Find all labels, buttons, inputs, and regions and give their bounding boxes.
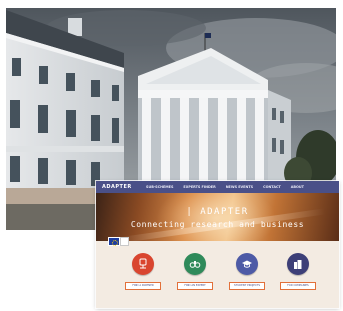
- for-companies-button[interactable]: FOR COMPANIES: [280, 282, 316, 290]
- feature-card-partner: FIND A PARTNER: [123, 253, 163, 290]
- nav-item-sub-schemes[interactable]: SUB-SCHEMES: [146, 185, 173, 189]
- website-logo[interactable]: ADAPTER: [102, 184, 146, 190]
- find-partner-button[interactable]: FIND A PARTNER: [125, 282, 161, 290]
- nav-menu: SUB-SCHEMES EXPERTS FINDER NEWS EVENTS C…: [146, 185, 314, 189]
- binoculars-icon[interactable]: [184, 253, 206, 275]
- nav-item-news-events[interactable]: NEWS EVENTS: [226, 185, 253, 189]
- hero-subtitle: Connecting research and business: [130, 220, 305, 229]
- research-icon[interactable]: [132, 253, 154, 275]
- feature-card-expert: FIND AN EXPERT: [175, 253, 215, 290]
- nav-item-about[interactable]: ABOUT: [291, 185, 304, 189]
- buildings-icon[interactable]: [287, 253, 309, 275]
- hero-banner: ADAPTER Connecting research and business: [96, 193, 339, 241]
- hero-title: ADAPTER: [96, 207, 339, 217]
- eu-flag-icon: [108, 237, 120, 246]
- graduation-cap-icon[interactable]: [236, 253, 258, 275]
- find-expert-button[interactable]: FIND AN EXPERT: [177, 282, 213, 290]
- nav-item-experts-finder[interactable]: EXPERTS FINDER: [183, 185, 215, 189]
- feature-card-companies: FOR COMPANIES: [278, 253, 318, 290]
- feature-card-students: STUDENT PROJECTS: [227, 253, 267, 290]
- student-projects-button[interactable]: STUDENT PROJECTS: [229, 282, 265, 290]
- partner-logo-icon: [120, 237, 129, 246]
- adapter-website-screenshot: ADAPTER SUB-SCHEMES EXPERTS FINDER NEWS …: [96, 181, 339, 308]
- nav-item-contact[interactable]: CONTACT: [263, 185, 281, 189]
- website-nav-bar: ADAPTER SUB-SCHEMES EXPERTS FINDER NEWS …: [96, 181, 339, 193]
- feature-cards: FIND A PARTNER FIND AN EXPERT STUDENT PR…: [96, 253, 339, 308]
